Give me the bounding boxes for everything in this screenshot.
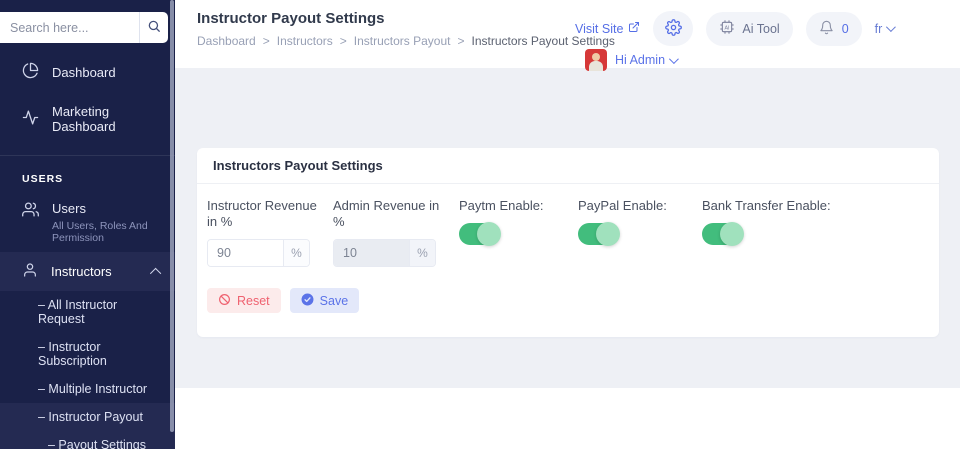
sidebar-item-marketing-dashboard[interactable]: Marketing Dashboard bbox=[0, 93, 175, 145]
toggle-knob bbox=[596, 222, 620, 246]
search-button[interactable] bbox=[139, 12, 168, 43]
instructor-revenue-group: % bbox=[207, 239, 310, 267]
user-greeting-label: Hi Admin bbox=[615, 53, 666, 67]
sidebar-item-payout-settings[interactable]: – Payout Settings bbox=[0, 431, 175, 449]
card-title: Instructors Payout Settings bbox=[197, 148, 939, 184]
payout-form-row: Instructor Revenue in % % Admin Revenue … bbox=[207, 198, 927, 267]
topbar-actions-row: Visit Site AI Ai Tool 0 fr bbox=[575, 11, 897, 46]
gear-icon bbox=[664, 18, 682, 39]
form-actions: Reset Save bbox=[207, 288, 927, 313]
activity-icon bbox=[22, 109, 39, 129]
sidebar-section-users: USERS bbox=[22, 173, 64, 185]
breadcrumb-instructors-payout[interactable]: Instructors Payout bbox=[354, 34, 451, 48]
payout-settings-card: Instructors Payout Settings Instructor R… bbox=[197, 148, 939, 337]
breadcrumb-dashboard[interactable]: Dashboard bbox=[197, 34, 256, 48]
field-admin-revenue: Admin Revenue in % % bbox=[333, 198, 445, 267]
language-label: fr bbox=[874, 21, 883, 36]
app-root: Dashboard Marketing Dashboard USERS User… bbox=[0, 0, 960, 449]
sidebar-scrollbar[interactable] bbox=[170, 0, 174, 432]
instructor-revenue-label: Instructor Revenue in % bbox=[207, 198, 317, 229]
user-menu[interactable]: Hi Admin bbox=[585, 49, 893, 71]
sidebar-item-label: Dashboard bbox=[52, 64, 116, 80]
pie-chart-icon bbox=[22, 62, 39, 82]
sidebar-item-text: Users All Users, Roles And Permission bbox=[52, 201, 163, 244]
main-area: Instructor Payout Settings Dashboard > I… bbox=[175, 0, 960, 449]
field-instructor-revenue: Instructor Revenue in % % bbox=[207, 198, 319, 267]
bank-transfer-toggle[interactable] bbox=[702, 222, 744, 246]
sidebar-item-users[interactable]: Users All Users, Roles And Permission bbox=[0, 192, 175, 252]
toggle-knob bbox=[477, 222, 501, 246]
footer-space bbox=[175, 388, 960, 449]
sidebar-search bbox=[0, 12, 168, 43]
breadcrumb-separator: > bbox=[457, 34, 465, 48]
admin-revenue-label: Admin Revenue in % bbox=[333, 198, 440, 229]
external-link-icon bbox=[628, 21, 640, 36]
bell-icon bbox=[819, 20, 834, 38]
admin-revenue-input bbox=[334, 240, 409, 266]
svg-text:AI: AI bbox=[725, 25, 730, 31]
sidebar-item-label: Instructors bbox=[51, 264, 112, 279]
sidebar-item-subtitle: All Users, Roles And Permission bbox=[52, 220, 148, 244]
user-greeting[interactable]: Hi Admin bbox=[615, 53, 679, 67]
sidebar-item-all-instructor-request[interactable]: – All Instructor Request bbox=[0, 291, 175, 333]
ai-tool-label: Ai Tool bbox=[742, 21, 780, 36]
percent-addon: % bbox=[409, 240, 435, 266]
sidebar-item-dashboard[interactable]: Dashboard bbox=[0, 51, 175, 93]
reset-button[interactable]: Reset bbox=[207, 288, 281, 313]
paytm-toggle[interactable] bbox=[459, 222, 501, 246]
sidebar-item-multiple-instructor[interactable]: – Multiple Instructor bbox=[0, 375, 175, 403]
bank-transfer-enable-label: Bank Transfer Enable: bbox=[702, 198, 831, 213]
sidebar-item-label: Users bbox=[52, 201, 86, 216]
topbar-actions: Visit Site AI Ai Tool 0 fr Hi Admin bbox=[575, 0, 897, 71]
visit-site-label: Visit Site bbox=[575, 21, 624, 36]
chevron-down-icon bbox=[668, 53, 679, 64]
toggle-knob bbox=[720, 222, 744, 246]
avatar[interactable] bbox=[585, 49, 607, 71]
visit-site-link[interactable]: Visit Site bbox=[575, 21, 640, 36]
topbar: Instructor Payout Settings Dashboard > I… bbox=[175, 0, 960, 71]
user-icon bbox=[22, 262, 38, 281]
sidebar-active-group: – Instructor Payout – Payout Settings bbox=[0, 403, 175, 449]
sidebar-item-instructors[interactable]: Instructors bbox=[0, 252, 175, 291]
sidebar-item-instructor-payout[interactable]: – Instructor Payout bbox=[0, 403, 175, 431]
settings-button[interactable] bbox=[653, 11, 694, 46]
admin-revenue-group: % bbox=[333, 239, 436, 267]
field-bank-transfer-enable: Bank Transfer Enable: bbox=[702, 198, 862, 267]
ai-chip-icon: AI bbox=[719, 19, 735, 38]
breadcrumb-separator: > bbox=[339, 34, 347, 48]
users-icon bbox=[22, 201, 39, 244]
language-dropdown[interactable]: fr bbox=[874, 21, 897, 36]
breadcrumb-separator: > bbox=[262, 34, 270, 48]
breadcrumb-instructors[interactable]: Instructors bbox=[277, 34, 333, 48]
paypal-enable-label: PayPal Enable: bbox=[578, 198, 667, 213]
ai-tool-button[interactable]: AI Ai Tool bbox=[706, 11, 793, 46]
search-input[interactable] bbox=[0, 12, 139, 43]
search-icon bbox=[147, 19, 161, 36]
card-body: Instructor Revenue in % % Admin Revenue … bbox=[197, 184, 939, 337]
content-area: Instructors Payout Settings Instructor R… bbox=[175, 68, 960, 388]
field-paytm-enable: Paytm Enable: bbox=[459, 198, 564, 267]
save-button[interactable]: Save bbox=[289, 288, 360, 313]
sidebar: Dashboard Marketing Dashboard USERS User… bbox=[0, 0, 175, 449]
instructor-revenue-input[interactable] bbox=[208, 240, 283, 266]
sidebar-item-instructor-subscription[interactable]: – Instructor Subscription bbox=[0, 333, 175, 375]
slash-circle-icon bbox=[218, 293, 231, 309]
chevron-up-icon bbox=[149, 267, 162, 279]
reset-button-label: Reset bbox=[237, 293, 270, 308]
paytm-enable-label: Paytm Enable: bbox=[459, 198, 544, 213]
notification-count-badge: 0 bbox=[841, 21, 849, 36]
percent-addon: % bbox=[283, 240, 309, 266]
save-button-label: Save bbox=[319, 293, 349, 308]
field-paypal-enable: PayPal Enable: bbox=[578, 198, 688, 267]
sidebar-item-label: Marketing Dashboard bbox=[52, 104, 116, 134]
notifications-button[interactable]: 0 bbox=[805, 11, 862, 46]
paypal-toggle[interactable] bbox=[578, 222, 620, 246]
check-circle-icon bbox=[301, 293, 314, 309]
